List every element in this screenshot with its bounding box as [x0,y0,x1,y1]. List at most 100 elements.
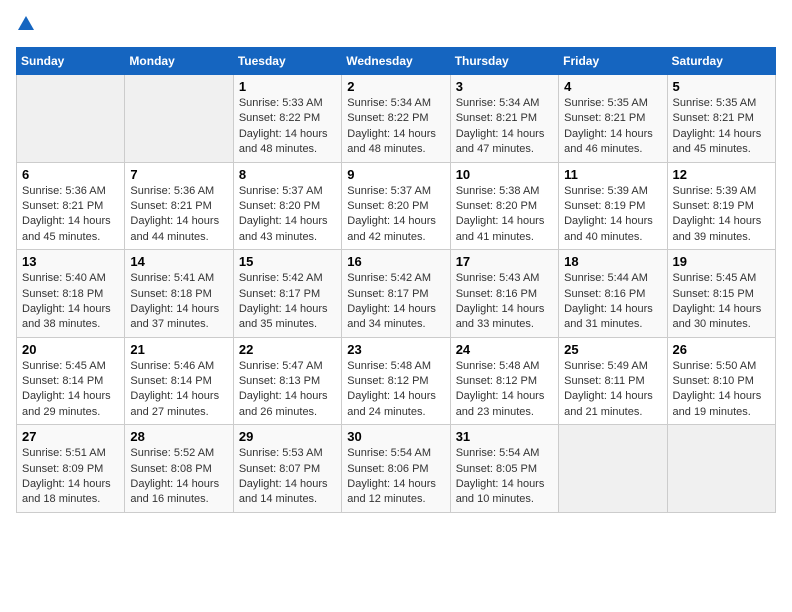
sunrise: Sunrise: 5:49 AM [564,360,648,372]
sunrise: Sunrise: 5:50 AM [673,360,757,372]
weekday-header: Wednesday [342,48,450,75]
day-info: Sunrise: 5:49 AM Sunset: 8:11 PM Dayligh… [564,359,661,421]
sunset: Sunset: 8:16 PM [564,288,645,300]
calendar-cell [125,75,233,163]
daylight: Daylight: 14 hours and 46 minutes. [564,128,653,155]
calendar-cell: 1 Sunrise: 5:33 AM Sunset: 8:22 PM Dayli… [233,75,341,163]
day-info: Sunrise: 5:36 AM Sunset: 8:21 PM Dayligh… [22,184,119,246]
daylight: Daylight: 14 hours and 26 minutes. [239,390,328,417]
sunrise: Sunrise: 5:36 AM [130,185,214,197]
daylight: Daylight: 14 hours and 27 minutes. [130,390,219,417]
sunrise: Sunrise: 5:35 AM [564,97,648,109]
sunset: Sunset: 8:17 PM [239,288,320,300]
day-number: 15 [239,254,336,269]
calendar-cell: 5 Sunrise: 5:35 AM Sunset: 8:21 PM Dayli… [667,75,775,163]
sunrise: Sunrise: 5:45 AM [22,360,106,372]
calendar-cell: 26 Sunrise: 5:50 AM Sunset: 8:10 PM Dayl… [667,337,775,425]
sunrise: Sunrise: 5:44 AM [564,272,648,284]
page-header [16,16,776,35]
daylight: Daylight: 14 hours and 45 minutes. [22,215,111,242]
day-number: 7 [130,167,227,182]
day-number: 12 [673,167,770,182]
sunset: Sunset: 8:16 PM [456,288,537,300]
daylight: Daylight: 14 hours and 38 minutes. [22,303,111,330]
sunrise: Sunrise: 5:42 AM [239,272,323,284]
day-number: 8 [239,167,336,182]
sunset: Sunset: 8:19 PM [564,200,645,212]
day-info: Sunrise: 5:43 AM Sunset: 8:16 PM Dayligh… [456,271,553,333]
calendar-cell: 19 Sunrise: 5:45 AM Sunset: 8:15 PM Dayl… [667,250,775,338]
sunrise: Sunrise: 5:48 AM [347,360,431,372]
day-number: 23 [347,342,444,357]
day-number: 20 [22,342,119,357]
daylight: Daylight: 14 hours and 45 minutes. [673,128,762,155]
day-number: 29 [239,429,336,444]
daylight: Daylight: 14 hours and 16 minutes. [130,478,219,505]
daylight: Daylight: 14 hours and 42 minutes. [347,215,436,242]
sunset: Sunset: 8:21 PM [456,112,537,124]
sunrise: Sunrise: 5:40 AM [22,272,106,284]
calendar-cell: 24 Sunrise: 5:48 AM Sunset: 8:12 PM Dayl… [450,337,558,425]
sunset: Sunset: 8:14 PM [130,375,211,387]
sunset: Sunset: 8:21 PM [564,112,645,124]
calendar-cell: 13 Sunrise: 5:40 AM Sunset: 8:18 PM Dayl… [17,250,125,338]
sunrise: Sunrise: 5:37 AM [347,185,431,197]
sunrise: Sunrise: 5:37 AM [239,185,323,197]
calendar-cell: 15 Sunrise: 5:42 AM Sunset: 8:17 PM Dayl… [233,250,341,338]
calendar-week-row: 6 Sunrise: 5:36 AM Sunset: 8:21 PM Dayli… [17,162,776,250]
daylight: Daylight: 14 hours and 43 minutes. [239,215,328,242]
day-number: 9 [347,167,444,182]
sunrise: Sunrise: 5:39 AM [673,185,757,197]
sunset: Sunset: 8:05 PM [456,463,537,475]
daylight: Daylight: 14 hours and 12 minutes. [347,478,436,505]
day-number: 22 [239,342,336,357]
day-number: 30 [347,429,444,444]
sunset: Sunset: 8:20 PM [347,200,428,212]
day-number: 5 [673,79,770,94]
sunset: Sunset: 8:15 PM [673,288,754,300]
daylight: Daylight: 14 hours and 48 minutes. [347,128,436,155]
day-info: Sunrise: 5:38 AM Sunset: 8:20 PM Dayligh… [456,184,553,246]
day-number: 24 [456,342,553,357]
calendar-cell: 2 Sunrise: 5:34 AM Sunset: 8:22 PM Dayli… [342,75,450,163]
calendar-cell: 11 Sunrise: 5:39 AM Sunset: 8:19 PM Dayl… [559,162,667,250]
day-number: 17 [456,254,553,269]
sunrise: Sunrise: 5:52 AM [130,447,214,459]
sunrise: Sunrise: 5:42 AM [347,272,431,284]
sunrise: Sunrise: 5:35 AM [673,97,757,109]
day-info: Sunrise: 5:45 AM Sunset: 8:14 PM Dayligh… [22,359,119,421]
day-number: 14 [130,254,227,269]
sunrise: Sunrise: 5:47 AM [239,360,323,372]
sunrise: Sunrise: 5:53 AM [239,447,323,459]
sunset: Sunset: 8:18 PM [22,288,103,300]
calendar-cell: 4 Sunrise: 5:35 AM Sunset: 8:21 PM Dayli… [559,75,667,163]
sunrise: Sunrise: 5:33 AM [239,97,323,109]
calendar-cell: 29 Sunrise: 5:53 AM Sunset: 8:07 PM Dayl… [233,425,341,513]
day-info: Sunrise: 5:41 AM Sunset: 8:18 PM Dayligh… [130,271,227,333]
calendar-cell [17,75,125,163]
day-info: Sunrise: 5:39 AM Sunset: 8:19 PM Dayligh… [673,184,770,246]
daylight: Daylight: 14 hours and 19 minutes. [673,390,762,417]
day-number: 25 [564,342,661,357]
daylight: Daylight: 14 hours and 48 minutes. [239,128,328,155]
sunrise: Sunrise: 5:45 AM [673,272,757,284]
day-info: Sunrise: 5:45 AM Sunset: 8:15 PM Dayligh… [673,271,770,333]
sunset: Sunset: 8:07 PM [239,463,320,475]
calendar-cell: 23 Sunrise: 5:48 AM Sunset: 8:12 PM Dayl… [342,337,450,425]
day-number: 1 [239,79,336,94]
day-info: Sunrise: 5:50 AM Sunset: 8:10 PM Dayligh… [673,359,770,421]
calendar-cell: 8 Sunrise: 5:37 AM Sunset: 8:20 PM Dayli… [233,162,341,250]
day-info: Sunrise: 5:39 AM Sunset: 8:19 PM Dayligh… [564,184,661,246]
day-info: Sunrise: 5:37 AM Sunset: 8:20 PM Dayligh… [239,184,336,246]
sunrise: Sunrise: 5:54 AM [456,447,540,459]
weekday-header: Tuesday [233,48,341,75]
day-info: Sunrise: 5:48 AM Sunset: 8:12 PM Dayligh… [456,359,553,421]
day-info: Sunrise: 5:53 AM Sunset: 8:07 PM Dayligh… [239,446,336,508]
sunrise: Sunrise: 5:48 AM [456,360,540,372]
daylight: Daylight: 14 hours and 33 minutes. [456,303,545,330]
day-number: 4 [564,79,661,94]
weekday-header: Friday [559,48,667,75]
sunrise: Sunrise: 5:51 AM [22,447,106,459]
day-number: 11 [564,167,661,182]
day-number: 10 [456,167,553,182]
